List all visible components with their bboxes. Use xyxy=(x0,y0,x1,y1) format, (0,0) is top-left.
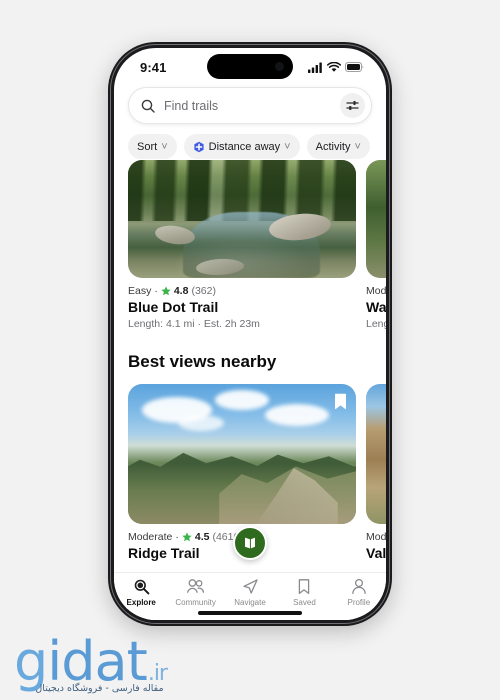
tab-label: Navigate xyxy=(234,598,266,607)
watermark: g idat .ir مقاله فارسی - فروشگاه دیجیتال xyxy=(14,630,168,694)
status-bar: 9:41 xyxy=(114,48,386,82)
paper-plane-icon xyxy=(242,579,258,594)
bookmark-icon xyxy=(335,393,346,409)
tab-label: Profile xyxy=(347,598,371,607)
chip-activity-label: Activity xyxy=(315,140,351,153)
search-row: Find trails xyxy=(114,82,386,124)
trail-title: Valle xyxy=(366,545,386,561)
search-bar[interactable]: Find trails xyxy=(128,87,372,124)
trail-meta: Mode xyxy=(366,285,386,297)
trail-card[interactable]: Mode Valle xyxy=(366,384,386,561)
meta-separator: · xyxy=(154,285,158,297)
tab-community[interactable]: Community xyxy=(168,578,222,607)
trail-difficulty: Mode xyxy=(366,531,386,543)
status-time: 9:41 xyxy=(140,59,167,75)
star-icon xyxy=(182,532,192,542)
location-pin-icon xyxy=(194,141,204,152)
chip-distance-away[interactable]: Distance away ˅ xyxy=(183,134,300,159)
watermark-brand-g: g xyxy=(14,630,48,694)
phone-screen: 9:41 Find trails Sort ˅ Distance away ˅ … xyxy=(114,48,386,620)
trail-length: Length: 4.1 mi · Est. 2h 23m xyxy=(128,318,260,330)
tab-label: Saved xyxy=(293,598,316,607)
filter-button[interactable] xyxy=(340,93,365,118)
chip-sort-label: Sort xyxy=(137,140,158,153)
bookmark-icon xyxy=(299,579,310,595)
chevron-down-icon: ˅ xyxy=(354,140,361,153)
phone-frame: 9:41 Find trails Sort ˅ Distance away ˅ … xyxy=(108,42,392,626)
search-input[interactable]: Find trails xyxy=(164,99,331,113)
wifi-icon xyxy=(327,61,341,72)
watermark-brand-rest: idat xyxy=(47,630,148,694)
tab-label: Explore xyxy=(126,598,156,607)
search-icon xyxy=(141,99,155,113)
tab-saved[interactable]: Saved xyxy=(277,578,331,607)
trail-rating: 4.8 xyxy=(173,285,189,297)
trail-photo-valley[interactable] xyxy=(366,384,386,524)
meta-separator: · xyxy=(175,531,179,543)
status-icons xyxy=(308,61,364,73)
person-icon xyxy=(352,578,366,595)
tab-navigate[interactable]: Navigate xyxy=(223,578,277,607)
trail-title: Wate xyxy=(366,299,386,315)
home-indicator xyxy=(198,611,302,615)
tab-explore[interactable]: Explore xyxy=(114,578,168,607)
trail-difficulty: Moderate xyxy=(128,531,173,543)
chip-activity[interactable]: Activity ˅ xyxy=(306,134,370,159)
trail-difficulty: Easy xyxy=(128,285,152,297)
trail-photo-waterfall[interactable] xyxy=(366,160,386,278)
cellular-bars-icon xyxy=(308,62,322,73)
map-icon xyxy=(245,537,255,549)
trail-reviews: (362) xyxy=(191,285,216,297)
trail-photo-blue-dot[interactable] xyxy=(128,160,356,278)
people-icon xyxy=(187,579,205,593)
watermark-subtitle: مقاله فارسی - فروشگاه دیجیتال xyxy=(35,683,164,694)
battery-icon xyxy=(345,62,364,72)
section-header-best-views: Best views nearby xyxy=(128,352,277,371)
trail-title: Blue Dot Trail xyxy=(128,299,219,315)
trail-rating: 4.5 xyxy=(194,531,210,543)
chip-sort[interactable]: Sort ˅ xyxy=(128,134,177,159)
trail-card[interactable]: Easy · 4.8 (362) Blue Dot Trail Length: … xyxy=(128,160,356,330)
dynamic-island xyxy=(207,54,293,79)
watermark-tld: .ir xyxy=(147,661,168,687)
trail-card-row-1: Easy · 4.8 (362) Blue Dot Trail Length: … xyxy=(114,160,386,330)
star-icon xyxy=(161,286,171,296)
magnifier-icon xyxy=(134,579,150,595)
trail-difficulty: Mode xyxy=(366,285,386,297)
watermark-brand: g idat .ir xyxy=(14,630,168,694)
chip-distance-label: Distance away xyxy=(208,140,281,153)
map-toggle-button[interactable] xyxy=(233,526,267,560)
trail-card[interactable]: Mode Wate Lengt xyxy=(366,160,386,330)
trail-meta: Mode xyxy=(366,531,386,543)
trail-length: Lengt xyxy=(366,318,386,330)
sliders-icon xyxy=(346,101,359,110)
trail-photo-ridge[interactable] xyxy=(128,384,356,524)
chevron-down-icon: ˅ xyxy=(284,140,291,153)
tab-profile[interactable]: Profile xyxy=(332,578,386,607)
trail-meta: Easy · 4.8 (362) xyxy=(128,285,356,297)
chevron-down-icon: ˅ xyxy=(161,140,168,153)
bookmark-button[interactable] xyxy=(334,393,347,415)
tab-label: Community xyxy=(175,598,216,607)
